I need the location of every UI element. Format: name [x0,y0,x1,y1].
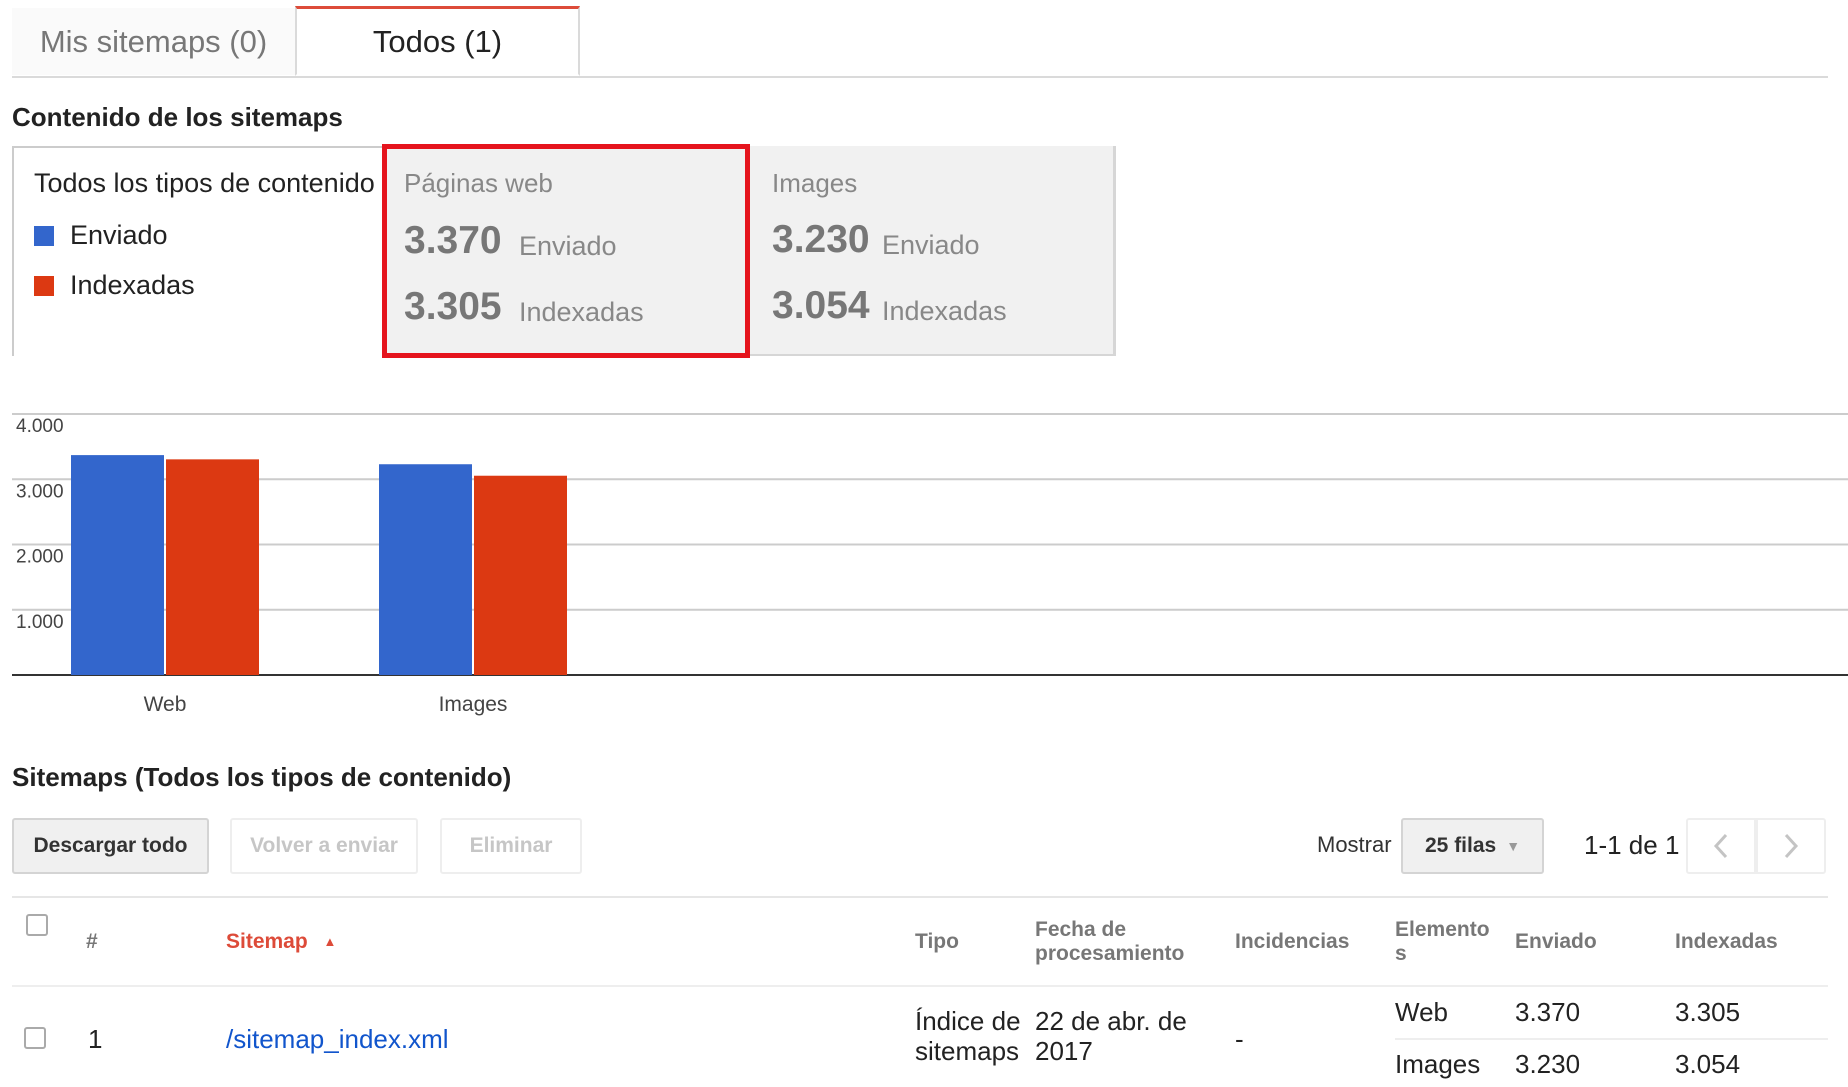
table-top-divider [12,896,1828,898]
row-processed-date: 22 de abr. de 2017 [1035,1006,1187,1066]
submitted-swatch [34,225,54,246]
row-issues: - [1235,1024,1244,1054]
column-header-sitemap[interactable]: Sitemap ▲ [226,930,336,954]
images-submitted-value: 3.230 [772,218,870,261]
row-checkbox[interactable] [24,1027,46,1049]
select-all-checkbox[interactable] [26,914,48,936]
delete-button[interactable]: Eliminar [440,818,582,874]
table-header-divider [12,985,1828,987]
bar-indexadas-web[interactable] [166,459,259,675]
web-indexed-value: 3.305 [404,285,502,328]
column-header-sitemap-label: Sitemap [226,930,308,953]
web-submitted-value: 3.370 [404,219,502,262]
resubmit-button[interactable]: Volver a enviar [230,818,418,874]
item-indexed-web: 3.305 [1675,997,1741,1027]
item-submitted-images: 3.230 [1515,1049,1581,1079]
show-rows-label: Mostrar [1317,832,1392,857]
item-submitted-web: 3.370 [1515,997,1581,1027]
chevron-down-icon: ▼ [1506,838,1521,854]
tab-bar: Mis sitemaps (0) Todos (1) [12,0,1828,78]
legend-label-submitted: Enviado [70,220,168,250]
legend-title: Todos los tipos de contenido [34,168,375,198]
legend-item-submitted: Enviado [34,220,168,251]
content-section-title: Contenido de los sitemaps [12,102,343,132]
chevron-left-icon [1713,833,1728,859]
web-submitted-label: Enviado [519,231,617,261]
legend-label-indexed: Indexadas [70,270,195,300]
y-tick-label: 2.000 [16,547,64,568]
legend-item-indexed: Indexadas [34,270,195,301]
card-name: Images [772,168,858,198]
sitemap-link[interactable]: /sitemap_index.xml [226,1024,449,1054]
column-header-issues: Incidencias [1235,930,1350,953]
next-page-button[interactable] [1756,818,1826,874]
sort-ascending-icon: ▲ [323,934,337,949]
bar-enviado-web[interactable] [71,455,164,675]
column-header-processed-date: Fecha de procesamiento [1035,918,1185,965]
item-divider [1395,1038,1828,1040]
card-name: Páginas web [404,168,553,198]
rows-per-page-value: 25 filas [1425,834,1497,857]
item-name-web: Web [1395,997,1448,1027]
tab-my-sitemaps[interactable]: Mis sitemaps (0) [12,8,295,75]
item-indexed-images: 3.054 [1675,1049,1741,1079]
images-indexed-label: Indexadas [882,296,1007,326]
sitemap-content-bar-chart: 1.000 2.000 3.000 4.000 Web Images [12,413,1848,716]
column-header-number: # [86,930,98,953]
images-indexed-value: 3.054 [772,284,870,327]
pagination-range: 1-1 de 1 [1584,830,1680,860]
row-type: Índice de sitemaps [915,1006,1021,1066]
indexed-swatch [34,275,54,296]
content-type-legend: Todos los tipos de contenido Enviado Ind… [12,146,382,356]
column-header-type: Tipo [915,930,959,953]
web-pages-card[interactable]: Páginas web 3.370 Enviado 3.305 Indexada… [382,144,750,358]
x-tick-label: Web [144,693,187,716]
images-card[interactable]: Images 3.230 Enviado 3.054 Indexadas [750,146,1116,356]
column-header-items: Elementos [1395,918,1490,965]
bar-enviado-images[interactable] [379,464,472,675]
sitemaps-section-title: Sitemaps (Todos los tipos de contenido) [12,762,512,792]
images-submitted-label: Enviado [882,230,980,260]
row-number: 1 [88,1024,103,1054]
y-tick-label: 4.000 [16,416,64,437]
tab-all[interactable]: Todos (1) [295,6,580,76]
column-header-submitted: Enviado [1515,930,1597,953]
bar-indexadas-images[interactable] [474,475,567,675]
y-tick-label: 3.000 [16,481,64,502]
download-all-button[interactable]: Descargar todo [12,818,209,874]
y-tick-label: 1.000 [16,612,64,633]
rows-per-page-select[interactable]: 25 filas ▼ [1401,818,1544,874]
item-name-images: Images [1395,1049,1481,1079]
previous-page-button[interactable] [1686,818,1756,874]
web-indexed-label: Indexadas [519,297,644,327]
column-header-indexed: Indexadas [1675,930,1778,953]
chevron-right-icon [1784,833,1799,859]
x-tick-label: Images [439,693,508,716]
